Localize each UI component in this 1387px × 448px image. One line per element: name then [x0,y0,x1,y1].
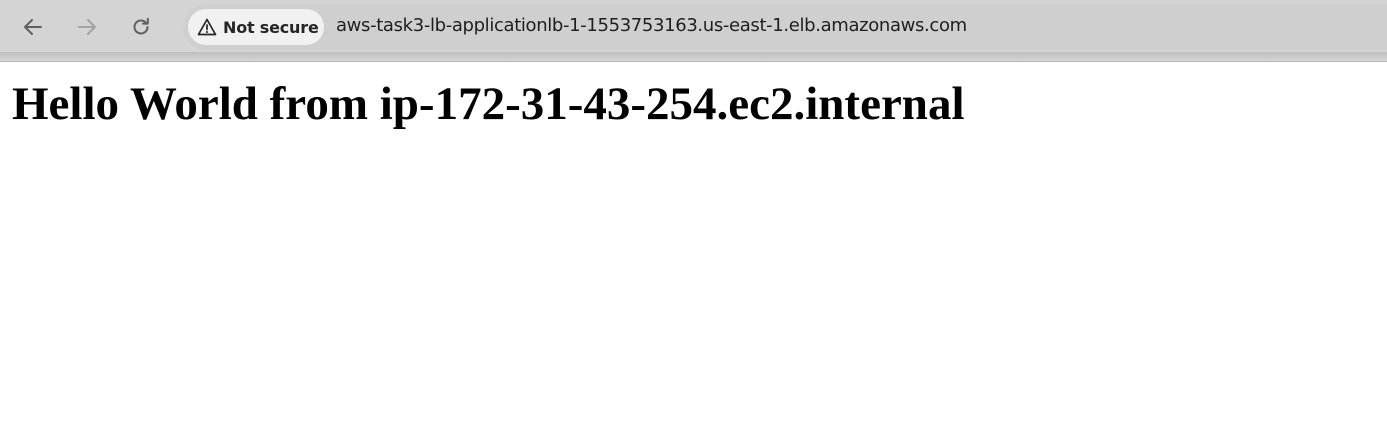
forward-button[interactable] [69,9,105,45]
toolbar-divider [0,54,1387,62]
back-button[interactable] [15,9,51,45]
arrow-right-icon [76,16,98,38]
security-indicator-chip[interactable]: Not secure [188,9,324,45]
reload-button[interactable] [123,9,159,45]
page-content: Hello World from ip-172-31-43-254.ec2.in… [12,74,965,134]
arrow-left-icon [22,16,44,38]
warning-triangle-icon [197,17,217,37]
url-text[interactable]: aws-task3-lb-applicationlb-1-1553753163.… [336,15,967,36]
security-label: Not secure [223,17,319,37]
reload-icon [130,16,152,38]
page-heading: Hello World from ip-172-31-43-254.ec2.in… [12,78,965,130]
